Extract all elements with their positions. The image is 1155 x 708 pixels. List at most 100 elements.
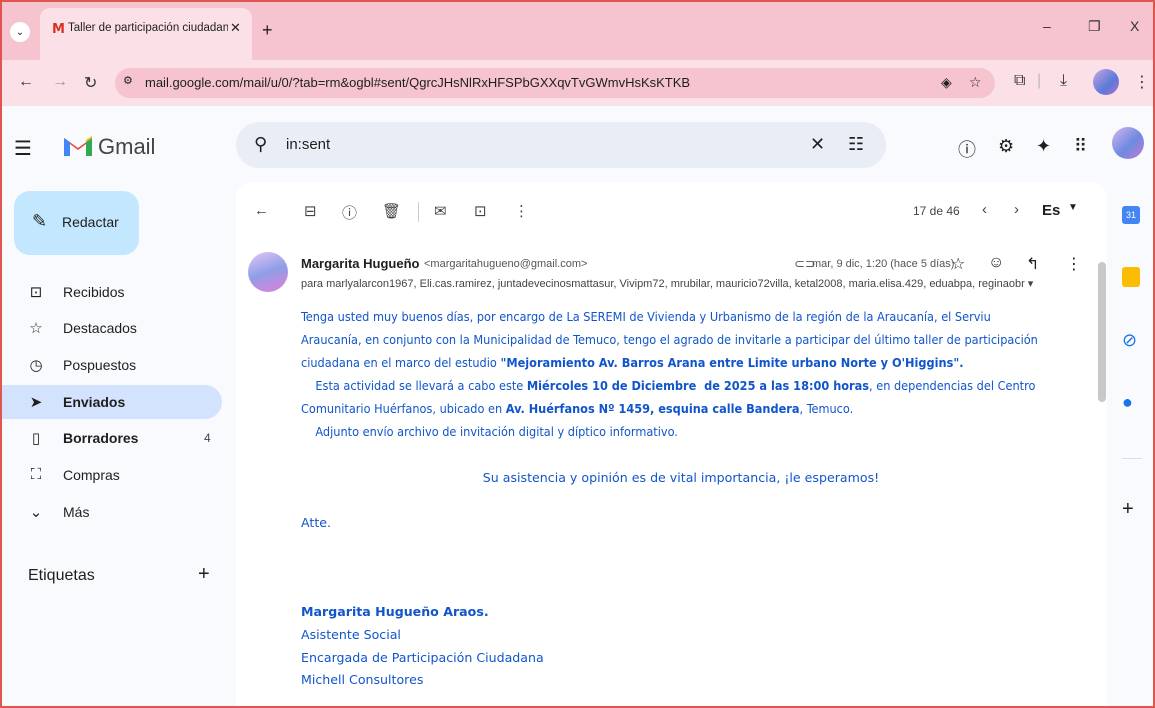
reload-icon[interactable]: ↻ [84, 73, 97, 93]
message-more-icon[interactable]: ⋮ [1066, 254, 1082, 274]
site-info-icon[interactable]: ⚙ [123, 74, 133, 87]
body-text: Esta actividad se llevará a cabo este [301, 378, 527, 393]
signature-role: Encargada de Participación Ciudadana [301, 650, 544, 665]
mark-unread-icon[interactable]: ✉ [434, 202, 447, 220]
recipients-line[interactable]: para marlyalarcon1967, Eli.cas.ramirez, … [301, 277, 1033, 290]
compose-label: Redactar [62, 214, 119, 230]
scrollbar[interactable] [1098, 262, 1106, 402]
center-line: Su asistencia y opinión es de vital impo… [482, 470, 880, 485]
body-line: Adjunto envío archivo de invitación digi… [301, 424, 678, 439]
sidebar-item-enviados[interactable]: ➤ Enviados [0, 385, 222, 419]
star-icon: ☆ [29, 320, 43, 337]
back-to-list-icon[interactable]: ← [254, 202, 269, 219]
body-text: ciudadana en el marco del estudio [301, 355, 501, 370]
input-language-button[interactable]: Es [1042, 202, 1060, 219]
apps-grid-icon[interactable]: ⠿ [1074, 136, 1087, 157]
clock-icon: ◷ [29, 357, 43, 374]
body-line: Esta actividad se llevará a cabo este Mi… [301, 375, 1091, 397]
add-addon-icon[interactable]: + [1122, 498, 1134, 521]
browser-toolbar: ← → ↻ ⚙ mail.google.com/mail/u/0/?tab=rm… [0, 60, 1155, 106]
sidebar-item-label: Enviados [63, 394, 126, 410]
calendar-icon[interactable]: 31 [1122, 206, 1140, 224]
forward-icon[interactable]: → [52, 73, 68, 91]
extension-icon[interactable]: ◈ [941, 74, 952, 91]
browser-menu-icon[interactable]: ⋮ [1134, 72, 1150, 92]
gmail-logo-icon[interactable] [62, 132, 94, 158]
body-line: Comunitario Huérfanos, ubicado en Av. Hu… [301, 398, 1091, 420]
browser-profile-avatar[interactable] [1093, 69, 1119, 95]
sidebar-item-pospuestos[interactable]: ◷ Pospuestos [0, 348, 222, 382]
search-input[interactable]: in:sent [286, 136, 330, 153]
keep-icon[interactable] [1122, 267, 1140, 287]
emoji-reaction-icon[interactable]: ☺ [988, 254, 1004, 272]
tab-strip: ⌄ M Taller de participación ciudadan ✕ +… [0, 0, 1155, 60]
tab-search-button[interactable]: ⌄ [10, 22, 30, 42]
sidebar-item-borradores[interactable]: ▯ Borradores 4 [0, 421, 222, 455]
add-label-button[interactable]: + [198, 563, 210, 586]
sidebar-item-label: Pospuestos [63, 357, 137, 373]
gemini-sparkle-icon[interactable]: ✦ [1036, 136, 1051, 157]
gmail-wordmark[interactable]: Gmail [98, 134, 155, 160]
tasks-icon[interactable]: ⊘ [1122, 330, 1137, 351]
event-address: Av. Huérfanos Nº 1459, esquina calle Ban… [505, 401, 800, 416]
pencil-icon: ✎ [32, 211, 48, 231]
star-icon[interactable]: ☆ [951, 254, 965, 274]
sender-email: <margaritahugueno@gmail.com> [424, 258, 588, 270]
sidebar-item-recibidos[interactable]: ⊡ Recibidos [0, 275, 222, 309]
sidebar-item-compras[interactable]: ⛶ Compras [0, 458, 222, 492]
active-tab[interactable]: M Taller de participación ciudadan ✕ [40, 8, 252, 60]
sidebar-item-label: Borradores [63, 430, 139, 446]
search-icon[interactable]: ⚲ [254, 134, 267, 155]
side-divider [1122, 458, 1142, 459]
gmail-favicon-icon: M [52, 22, 65, 37]
signature-name: Margarita Hugueño Araos. [301, 604, 489, 619]
reply-icon[interactable]: ↰ [1026, 254, 1039, 274]
extensions-puzzle-icon[interactable]: ⧉ [1014, 72, 1025, 90]
settings-gear-icon[interactable]: ⚙ [998, 136, 1014, 157]
delete-icon[interactable]: 🗑 [382, 202, 401, 220]
chevron-down-icon: ⌄ [29, 504, 43, 521]
newer-icon[interactable]: ‹ [982, 201, 987, 218]
search-bar[interactable]: ⚲ in:sent ✕ ☷ [236, 122, 886, 168]
sidebar-item-ms[interactable]: ⌄ Más [0, 495, 222, 529]
more-actions-icon[interactable]: ⋮ [514, 202, 529, 220]
back-icon[interactable]: ← [18, 73, 34, 91]
sender-avatar[interactable] [248, 252, 288, 292]
help-icon[interactable]: ⓘ [958, 136, 976, 162]
contacts-icon[interactable]: ● [1122, 392, 1133, 413]
signature-company: Michell Consultores [301, 672, 424, 687]
bookmark-star-icon[interactable]: ☆ [969, 74, 982, 91]
sidebar-item-label: Compras [63, 467, 120, 483]
body-text: , Temuco. [799, 401, 854, 416]
report-spam-icon[interactable]: ⓘ [342, 202, 357, 223]
body-text: , en dependencias del Centro [869, 378, 1036, 393]
message-panel: ← ⊟ ⓘ 🗑 ✉ ⊡ ⋮ 17 de 46 ‹ › Es ▼ Margarit… [236, 182, 1107, 708]
url-text[interactable]: mail.google.com/mail/u/0/?tab=rm&ogbl#se… [145, 75, 690, 90]
download-icon[interactable]: ⤓ [1060, 72, 1067, 90]
send-icon: ➤ [29, 394, 43, 411]
restore-button[interactable]: ❐ [1088, 18, 1101, 35]
move-to-icon[interactable]: ⊡ [474, 202, 487, 220]
sender-name[interactable]: Margarita Hugueño [301, 256, 419, 271]
study-name: "Mejoramiento Av. Barros Arana entre Lim… [500, 355, 964, 370]
body-line: Tenga usted muy buenos días, por encargo… [301, 309, 991, 324]
older-icon[interactable]: › [1014, 201, 1019, 218]
sidebar-item-destacados[interactable]: ☆ Destacados [0, 311, 222, 345]
main-menu-icon[interactable]: ☰ [14, 136, 32, 161]
language-caret-icon[interactable]: ▼ [1068, 202, 1078, 213]
minimize-button[interactable]: – [1043, 18, 1051, 34]
clear-search-icon[interactable]: ✕ [810, 134, 825, 155]
close-window-button[interactable]: X [1130, 18, 1139, 34]
archive-icon[interactable]: ⊟ [304, 202, 317, 220]
action-divider [418, 202, 419, 222]
toolbar-divider: | [1037, 72, 1042, 89]
account-avatar[interactable] [1112, 127, 1144, 159]
sidebar-item-label: Recibidos [63, 284, 125, 300]
new-tab-button[interactable]: + [262, 20, 273, 41]
body-line: ciudadana en el marco del estudio "Mejor… [301, 352, 1091, 374]
compose-button[interactable]: ✎ Redactar [14, 191, 139, 255]
search-options-icon[interactable]: ☷ [848, 134, 864, 155]
address-bar[interactable]: ⚙ mail.google.com/mail/u/0/?tab=rm&ogbl#… [115, 68, 995, 98]
sidebar-item-label: Más [63, 504, 90, 520]
tab-close-icon[interactable]: ✕ [230, 20, 241, 36]
